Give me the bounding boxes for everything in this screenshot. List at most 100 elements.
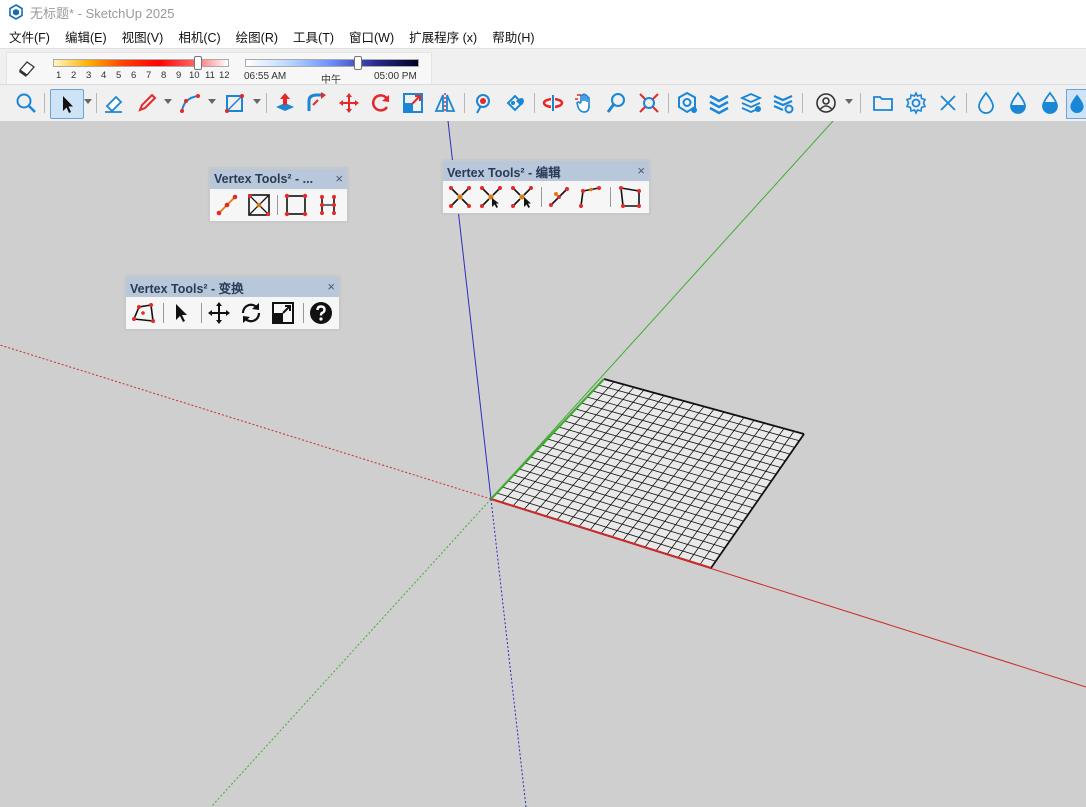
- sketchup-logo-icon: [9, 4, 23, 20]
- palette-close-button[interactable]: ×: [637, 163, 645, 178]
- menu-extensions[interactable]: 扩展程序 (x): [400, 27, 483, 46]
- extension-manager-button[interactable]: [769, 89, 797, 117]
- vertex-move-icon[interactable]: [207, 301, 231, 325]
- drop-half-button[interactable]: [1004, 89, 1032, 117]
- drop-active-button[interactable]: [1066, 89, 1086, 119]
- time-slider-thumb[interactable]: [354, 56, 362, 70]
- paint-bucket-tool-button[interactable]: [469, 89, 497, 117]
- push-pull-tool-button[interactable]: [271, 89, 299, 117]
- vertex-tools-palette-transform[interactable]: Vertex Tools² - 变换 ×: [125, 276, 340, 330]
- magnifier-icon: [16, 93, 36, 113]
- align-line-icon[interactable]: [547, 185, 571, 209]
- line-tool-button[interactable]: [133, 89, 161, 117]
- palette-header[interactable]: Vertex Tools² - ... ×: [210, 169, 347, 189]
- water-drop-filled-icon: [1042, 91, 1058, 114]
- vertex-tools-palette-main[interactable]: Vertex Tools² - ... ×: [209, 168, 348, 222]
- drop-outline-button[interactable]: [972, 89, 1000, 117]
- select-arrow-icon: [63, 96, 73, 113]
- help-icon[interactable]: [309, 301, 333, 325]
- grid-mesh[interactable]: [490, 378, 805, 569]
- shadow-toggle-icon[interactable]: [17, 58, 37, 78]
- close-tool-button[interactable]: [934, 89, 962, 117]
- flip-tool-button[interactable]: [431, 89, 459, 117]
- hand-icon: [575, 93, 590, 113]
- select-dropdown-arrow[interactable]: [84, 99, 92, 104]
- zoom-extents-icon: [639, 93, 659, 113]
- palette-title: Vertex Tools² - ...: [214, 172, 314, 186]
- open-folder-button[interactable]: [869, 89, 897, 117]
- align-plane-icon[interactable]: [578, 185, 602, 209]
- vertex-rotate-icon[interactable]: [239, 301, 263, 325]
- vertex-select-arrow-icon[interactable]: [169, 301, 193, 325]
- palette-header[interactable]: Vertex Tools² - 编辑 ×: [443, 161, 649, 181]
- folder-icon: [873, 96, 893, 111]
- rectangle-tool-button[interactable]: [221, 89, 249, 117]
- move-tool-button[interactable]: [335, 89, 363, 117]
- zoom-window-button[interactable]: [635, 89, 663, 117]
- warehouse-icon: [678, 91, 697, 114]
- orbit-tool-button[interactable]: [539, 89, 567, 117]
- time-end-label: 05:00 PM: [374, 71, 417, 82]
- follow-me-icon: [307, 92, 326, 111]
- vertex-polygon-icon[interactable]: [618, 185, 642, 209]
- material-tool-button[interactable]: [501, 89, 529, 117]
- palette-separator: [610, 187, 611, 207]
- select-tool-button[interactable]: [50, 89, 84, 119]
- rectangle-dropdown-arrow[interactable]: [253, 99, 261, 104]
- account-dropdown-arrow[interactable]: [845, 99, 853, 104]
- account-button[interactable]: [812, 89, 840, 117]
- vertex-line-select-icon[interactable]: [215, 193, 239, 217]
- layer-stack-button[interactable]: [705, 89, 733, 117]
- eraser-icon: [105, 95, 123, 113]
- menu-view[interactable]: 视图(V): [113, 27, 170, 46]
- menu-help[interactable]: 帮助(H): [483, 27, 540, 46]
- vertex-scale-icon[interactable]: [271, 301, 295, 325]
- month-slider-thumb[interactable]: [194, 56, 202, 70]
- toolbar-separator: [96, 93, 97, 113]
- follow-me-tool-button[interactable]: [303, 89, 331, 117]
- modeling-viewport[interactable]: [0, 121, 1086, 807]
- water-drop-outline-icon: [978, 91, 994, 114]
- arc-tool-button[interactable]: [176, 89, 204, 117]
- month-label: 8: [161, 70, 167, 81]
- layers-button[interactable]: [737, 89, 765, 117]
- menu-tools[interactable]: 工具(T): [284, 27, 340, 46]
- vertex-tools-palette-edit[interactable]: Vertex Tools² - 编辑 ×: [442, 160, 650, 214]
- arc-dropdown-arrow[interactable]: [208, 99, 216, 104]
- pan-tool-button[interactable]: [571, 89, 599, 117]
- merge-pick-icon[interactable]: [510, 185, 534, 209]
- layers-icon: [739, 93, 763, 113]
- palette-title: Vertex Tools² - 变换: [130, 281, 244, 296]
- rotate-tool-button[interactable]: [367, 89, 395, 117]
- merge-vertices-icon[interactable]: [448, 185, 472, 209]
- vertex-box-select-icon[interactable]: [247, 193, 271, 217]
- palette-close-button[interactable]: ×: [335, 171, 343, 186]
- palette-header[interactable]: Vertex Tools² - 变换 ×: [126, 277, 339, 297]
- line-dropdown-arrow[interactable]: [164, 99, 172, 104]
- zoom-extents-button[interactable]: [12, 89, 40, 117]
- scene-canvas[interactable]: [0, 121, 1086, 807]
- vertex-columns-icon[interactable]: [316, 193, 340, 217]
- menu-edit[interactable]: 编辑(E): [56, 27, 113, 46]
- palette-close-button[interactable]: ×: [327, 279, 335, 294]
- month-label: 3: [86, 70, 92, 81]
- scale-tool-button[interactable]: [399, 89, 427, 117]
- drop-filled-button[interactable]: [1036, 89, 1064, 117]
- menu-camera[interactable]: 相机(C): [169, 27, 226, 46]
- settings-button[interactable]: [902, 89, 930, 117]
- month-slider[interactable]: [53, 59, 229, 67]
- shadow-panel: 1 2 3 4 5 6 7 8 9 10 11 12 06:55 AM 中午 0…: [6, 52, 432, 86]
- soft-selection-icon[interactable]: [131, 301, 155, 325]
- menu-window[interactable]: 窗口(W): [340, 27, 400, 46]
- time-slider[interactable]: [245, 59, 419, 67]
- eraser-tool-button[interactable]: [100, 89, 128, 117]
- zoom-tool-button[interactable]: [603, 89, 631, 117]
- merge-to-point-icon[interactable]: [479, 185, 503, 209]
- month-ticks: 1 2 3 4 5 6 7 8 9 10 11 12: [53, 70, 233, 82]
- vertex-boundary-icon[interactable]: [284, 193, 308, 217]
- menu-file[interactable]: 文件(F): [0, 27, 56, 46]
- warehouse-button[interactable]: [673, 89, 701, 117]
- month-label: 12: [219, 70, 230, 81]
- menu-draw[interactable]: 绘图(R): [227, 27, 284, 46]
- red-axis-negative: [0, 344, 492, 500]
